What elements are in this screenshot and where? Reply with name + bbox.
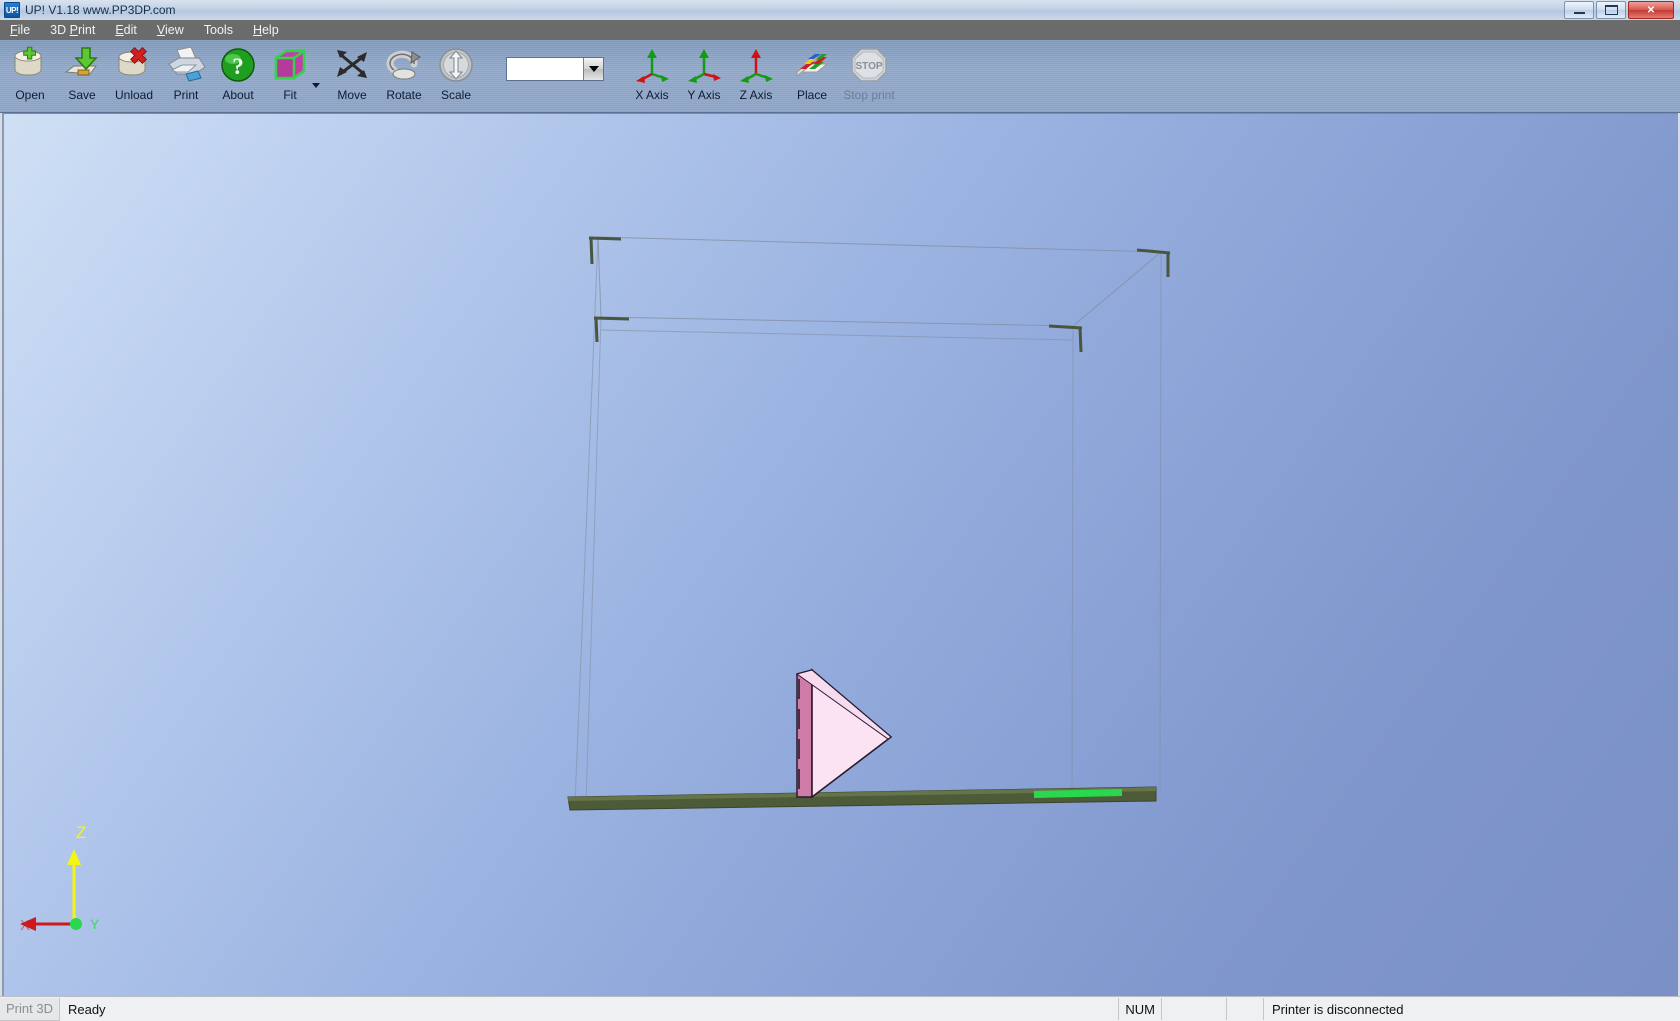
scale-button-label: Scale (440, 88, 472, 102)
status-slot-3 (1227, 998, 1264, 1020)
close-button[interactable]: ✕ (1628, 1, 1674, 19)
axis-label-z: Z (76, 823, 86, 842)
place-button[interactable]: Place (786, 42, 838, 108)
print-3d-button[interactable]: Print 3D (0, 997, 60, 1021)
menu-label-edit: dit (123, 23, 137, 37)
stop-print-button[interactable]: STOP Stop print (838, 42, 900, 108)
restore-icon (1604, 5, 1618, 15)
num-indicator: NUM (1119, 998, 1162, 1020)
build-volume-corner-markers (588, 236, 1171, 353)
build-platform (567, 786, 1157, 811)
open-button-label: Open (15, 88, 45, 102)
scale-button[interactable]: Scale (430, 42, 482, 108)
menu-bar: File 3D Print Edit View Tools Help (0, 20, 1680, 40)
move-button[interactable]: Move (326, 42, 378, 108)
y-axis-gizmo-icon (682, 42, 726, 88)
unload-button-label: Unload (114, 88, 154, 102)
print-button[interactable]: Print (160, 42, 212, 108)
open-button[interactable]: Open (4, 42, 56, 108)
status-message: Ready (67, 1001, 106, 1017)
axis-label-x: X (20, 917, 30, 934)
rotate-button-label: Rotate (386, 88, 422, 102)
app-icon: UP! (4, 2, 20, 18)
axis-label-y: Y (90, 916, 100, 932)
minimize-icon (1573, 11, 1585, 14)
status-bar: Print 3D Ready NUM Printer is disconnect… (0, 996, 1680, 1021)
menu-label-view: iew (165, 23, 184, 37)
menu-item-3d-print[interactable]: 3D Print (40, 21, 105, 39)
title-bar: UP! UP! V1.18 www.PP3DP.com ✕ (0, 0, 1680, 21)
printer-status: Printer is disconnected (1272, 1001, 1404, 1017)
menu-label-help: elp (261, 23, 279, 37)
menu-label-3dprint: rint (77, 23, 96, 37)
move-button-label: Move (337, 88, 367, 102)
about-button[interactable]: ? About (212, 42, 264, 108)
z-axis-button[interactable]: Z Axis (730, 42, 782, 108)
printer-icon (164, 42, 208, 88)
combobox-dropdown-button[interactable] (583, 58, 603, 80)
restore-button[interactable] (1596, 1, 1626, 19)
unload-button[interactable]: Unload (108, 42, 160, 108)
svg-text:?: ? (232, 54, 244, 79)
about-button-label: About (222, 88, 254, 102)
stop-print-button-label: Stop print (843, 88, 895, 102)
open-file-icon (9, 42, 51, 88)
rotate-button[interactable]: Rotate (378, 42, 430, 108)
stop-sign-icon: STOP (847, 42, 891, 88)
x-axis-gizmo-icon (630, 42, 674, 88)
x-axis-button-label: X Axis (635, 88, 669, 102)
svg-text:STOP: STOP (855, 61, 882, 72)
fit-button-label: Fit (283, 88, 297, 102)
axis-gizmo: Z Y X (20, 823, 100, 934)
unload-x-icon (113, 42, 155, 88)
menu-item-tools[interactable]: Tools (194, 21, 243, 39)
window-controls: ✕ (1564, 1, 1680, 19)
place-blocks-icon (789, 42, 835, 88)
x-axis-button[interactable]: X Axis (626, 42, 678, 108)
3d-viewport[interactable]: Z Y X (2, 113, 1678, 997)
menu-label-file: ile (17, 23, 31, 37)
triangular-prism-model[interactable] (795, 668, 893, 799)
chevron-down-icon[interactable] (312, 83, 320, 88)
question-icon: ? (217, 42, 259, 88)
fit-button[interactable]: Fit (264, 42, 320, 108)
place-button-label: Place (796, 88, 828, 102)
value-combobox[interactable] (506, 57, 604, 81)
z-axis-button-label: Z Axis (739, 88, 773, 102)
fit-cube-icon (268, 42, 312, 88)
y-axis-button-label: Y Axis (687, 88, 721, 102)
menu-item-edit[interactable]: Edit (105, 21, 147, 39)
menu-item-help[interactable]: Help (243, 21, 289, 39)
value-input[interactable] (507, 58, 583, 80)
menu-item-file[interactable]: File (0, 21, 40, 39)
y-axis-button[interactable]: Y Axis (678, 42, 730, 108)
status-slot-1 (1068, 998, 1120, 1020)
rotate-icon (382, 42, 426, 88)
toolbar: Open Save Unload Print ? About Fit Move … (0, 40, 1680, 113)
3d-scene: Z Y X (20, 236, 1171, 934)
minimize-button[interactable] (1564, 1, 1594, 19)
save-button-label: Save (68, 88, 96, 102)
scale-icon (434, 42, 478, 88)
move-arrows-icon (330, 42, 374, 88)
chevron-down-icon (588, 66, 599, 72)
status-slot-2 (1162, 998, 1227, 1020)
save-button[interactable]: Save (56, 42, 108, 108)
print-button-label: Print (173, 88, 199, 102)
window-title: UP! V1.18 www.PP3DP.com (25, 3, 176, 17)
save-disk-icon (61, 42, 103, 88)
z-axis-gizmo-icon (734, 42, 778, 88)
menu-item-view[interactable]: View (147, 21, 194, 39)
